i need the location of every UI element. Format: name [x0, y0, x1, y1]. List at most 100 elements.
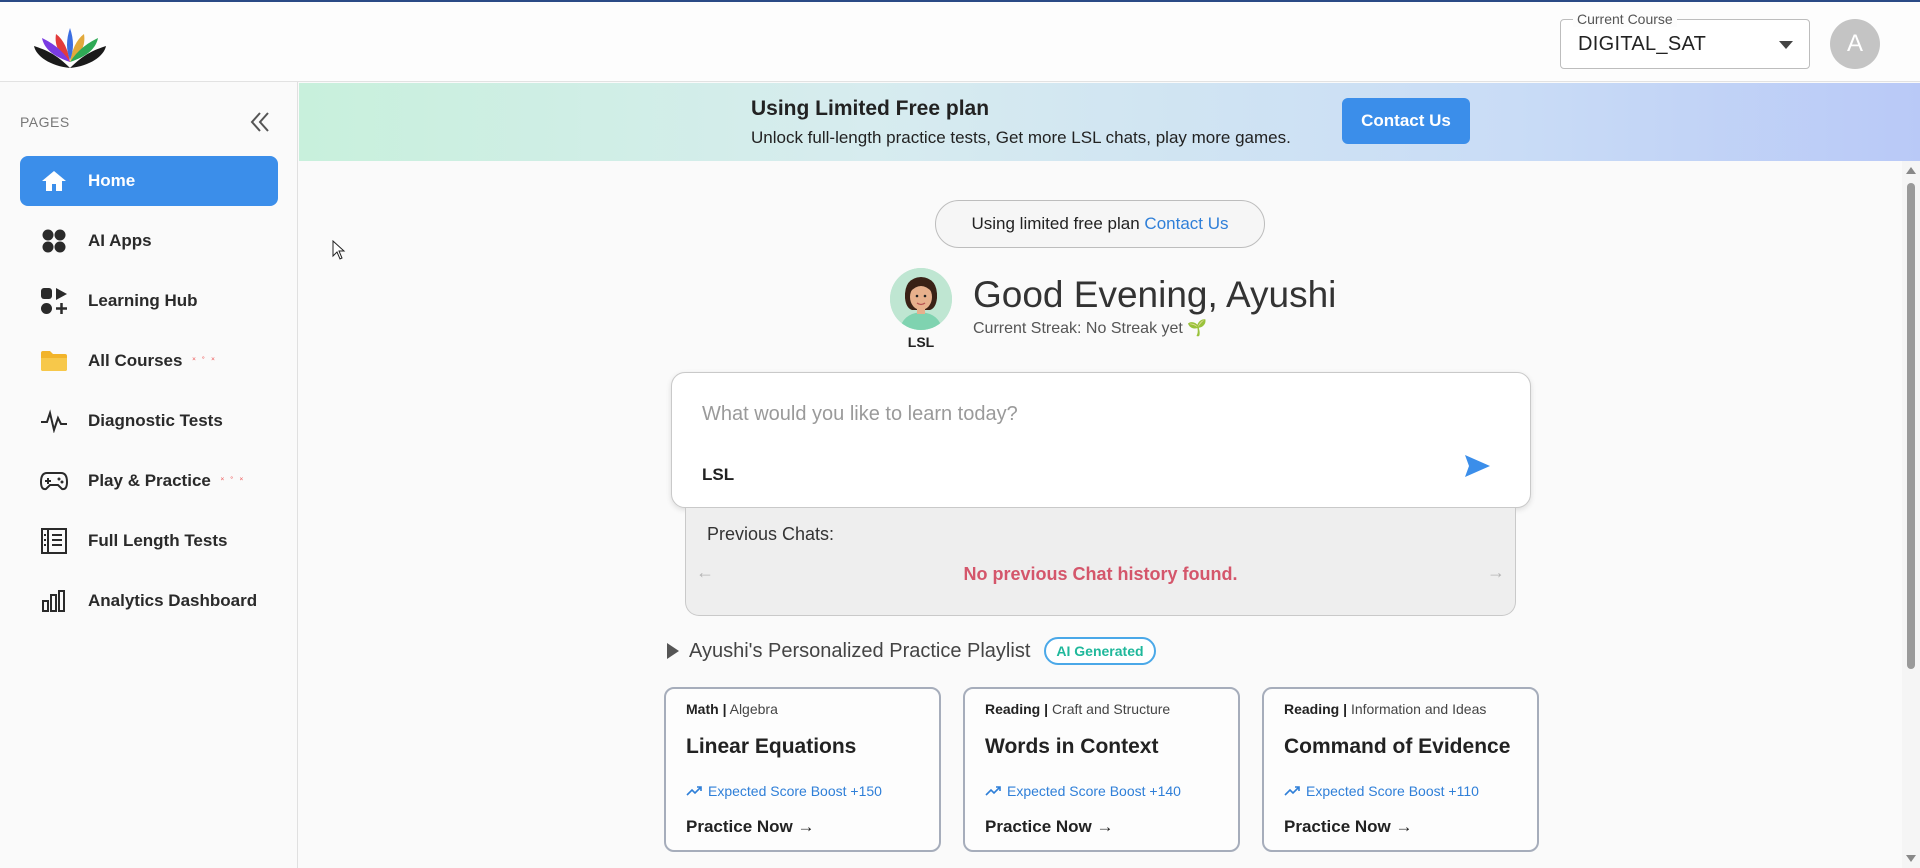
sidebar-item-play-practice[interactable]: Play & Practice ˟ ˚ ˟ — [20, 456, 278, 506]
greeting-title: Good Evening, Ayushi — [973, 274, 1337, 315]
sidebar-nav: Home AI Apps Learning Hub All Courses ˟ … — [20, 156, 278, 636]
practice-now-link[interactable]: Practice Now → — [985, 817, 1114, 837]
playlist-card[interactable]: Math | Algebra Linear Equations Expected… — [664, 687, 941, 852]
previous-chats-title: Previous Chats: — [707, 524, 835, 544]
play-icon — [667, 643, 679, 659]
card-subject: Reading — [1284, 701, 1340, 717]
plan-contact-link[interactable]: Contact Us — [1144, 214, 1228, 233]
mouse-cursor-icon — [332, 239, 346, 260]
sidebar-item-home[interactable]: Home — [20, 156, 278, 206]
playlist-header: Ayushi's Personalized Practice Playlist … — [667, 636, 1156, 666]
card-meta: Reading | Craft and Structure — [985, 701, 1171, 717]
card-score-boost: Expected Score Boost +150 — [686, 783, 882, 799]
sidebar-item-label: All Courses — [88, 351, 183, 370]
double-chevron-left-icon — [250, 112, 269, 132]
playlist-card[interactable]: Reading | Information and Ideas Command … — [1262, 687, 1539, 852]
card-boost-text: Expected Score Boost +110 — [1306, 783, 1479, 799]
sparkle-decoration: ˟ ˚ ˟ — [220, 476, 245, 486]
banner-subtitle: Unlock full-length practice tests, Get m… — [751, 128, 1291, 147]
sidebar-item-label: Learning Hub — [88, 291, 198, 310]
sidebar-item-label: AI Apps — [88, 231, 152, 250]
previous-chats-empty-message: No previous Chat history found. — [963, 564, 1238, 584]
sidebar-item-label: Diagnostic Tests — [88, 411, 223, 430]
card-subject: Math — [686, 701, 719, 717]
banner-title: Using Limited Free plan — [751, 97, 990, 120]
brand-logo[interactable] — [30, 16, 110, 74]
scroll-up-arrow-icon[interactable] — [1906, 167, 1916, 174]
sidebar-item-label: Home — [88, 171, 136, 190]
practice-now-label[interactable]: Practice Now — [1284, 817, 1391, 836]
trending-up-icon — [985, 786, 1001, 796]
card-title: Linear Equations — [686, 735, 857, 758]
playlist-cards: Math | Algebra Linear Equations Expected… — [664, 687, 1539, 852]
home-icon — [40, 167, 68, 195]
lsl-assistant-avatar — [890, 268, 952, 330]
send-icon — [1465, 455, 1490, 477]
top-bar: Current Course DIGITAL_SAT A — [0, 0, 1920, 82]
card-boost-text: Expected Score Boost +150 — [708, 783, 882, 799]
sidebar-item-diagnostic-tests[interactable]: Diagnostic Tests — [20, 396, 278, 446]
assistant-chip[interactable]: LSL — [702, 465, 734, 485]
learning-hub-icon — [40, 287, 68, 315]
trending-up-icon — [686, 786, 702, 796]
sparkle-decoration: ˟ ˚ ˟ — [192, 356, 217, 366]
card-score-boost: Expected Score Boost +110 — [1284, 783, 1479, 799]
sidebar: PAGES Home AI Apps Learning Hub All Cour… — [0, 82, 298, 868]
sidebar-item-full-length-tests[interactable]: Full Length Tests — [20, 516, 278, 566]
current-course-legend: Current Course — [1573, 11, 1677, 27]
sidebar-item-label: Play & Practice — [88, 471, 211, 490]
sidebar-item-ai-apps[interactable]: AI Apps — [20, 216, 278, 266]
streak-status: Current Streak: No Streak yet 🌱 — [973, 320, 1208, 337]
card-title: Command of Evidence — [1284, 735, 1511, 758]
pulse-icon — [40, 407, 68, 435]
card-score-boost: Expected Score Boost +140 — [985, 783, 1181, 799]
sidebar-item-label: Full Length Tests — [88, 531, 228, 550]
playlist-title: Ayushi's Personalized Practice Playlist — [689, 639, 1031, 662]
current-course-value: DIGITAL_SAT — [1578, 33, 1707, 55]
practice-now-label[interactable]: Practice Now — [686, 817, 793, 836]
sidebar-item-all-courses[interactable]: All Courses ˟ ˚ ˟ — [20, 336, 278, 386]
sidebar-item-learning-hub[interactable]: Learning Hub — [20, 276, 278, 326]
arrow-right-icon: → — [1395, 817, 1413, 836]
chat-input-box[interactable]: What would you like to learn today? LSL — [671, 372, 1531, 508]
send-button[interactable] — [1462, 451, 1492, 481]
collapse-sidebar-button[interactable] — [246, 108, 274, 136]
practice-now-link[interactable]: Practice Now → — [1284, 817, 1413, 837]
pages-section-label: PAGES — [20, 114, 70, 130]
chat-input-placeholder[interactable]: What would you like to learn today? — [702, 403, 1018, 426]
plan-status-text: Using limited free plan — [971, 214, 1140, 233]
sidebar-item-label: Analytics Dashboard — [88, 591, 258, 610]
document-list-icon — [40, 527, 68, 555]
playlist-card[interactable]: Reading | Craft and Structure Words in C… — [963, 687, 1240, 852]
apps-icon — [40, 227, 68, 255]
ai-generated-badge: AI Generated — [1044, 637, 1156, 665]
card-meta: Reading | Information and Ideas — [1284, 701, 1487, 717]
arrow-right-icon: → — [1096, 817, 1114, 836]
contact-us-button[interactable]: Contact Us — [1342, 98, 1470, 144]
gamepad-icon — [40, 467, 68, 495]
arrow-right-icon[interactable]: → — [1487, 562, 1505, 583]
card-meta: Math | Algebra — [686, 701, 778, 717]
practice-now-label[interactable]: Practice Now — [985, 817, 1092, 836]
scroll-thumb[interactable] — [1907, 183, 1915, 669]
upgrade-banner: Using Limited Free plan Unlock full-leng… — [299, 83, 1920, 161]
sidebar-item-analytics-dashboard[interactable]: Analytics Dashboard — [20, 576, 278, 626]
card-topic: Information and Ideas — [1350, 701, 1487, 717]
plan-status-pill: Using limited free plan Contact Us — [935, 200, 1265, 248]
card-boost-text: Expected Score Boost +140 — [1007, 783, 1181, 799]
lsl-avatar-caption: LSL — [907, 334, 935, 350]
scroll-down-arrow-icon[interactable] — [1906, 855, 1916, 862]
arrow-right-icon: → — [797, 817, 815, 836]
bar-chart-icon — [40, 587, 68, 615]
chevron-down-icon — [1779, 41, 1793, 49]
user-avatar[interactable]: A — [1830, 19, 1880, 69]
card-subject: Reading — [985, 701, 1041, 717]
card-topic: Algebra — [729, 701, 778, 717]
current-course-select[interactable]: Current Course DIGITAL_SAT — [1560, 11, 1810, 69]
card-topic: Craft and Structure — [1051, 701, 1171, 717]
main-scrollbar[interactable] — [1902, 161, 1920, 868]
folder-icon — [40, 347, 68, 375]
card-title: Words in Context — [985, 735, 1159, 758]
previous-chats-panel: Previous Chats: ← No previous Chat histo… — [685, 508, 1516, 616]
practice-now-link[interactable]: Practice Now → — [686, 817, 815, 837]
